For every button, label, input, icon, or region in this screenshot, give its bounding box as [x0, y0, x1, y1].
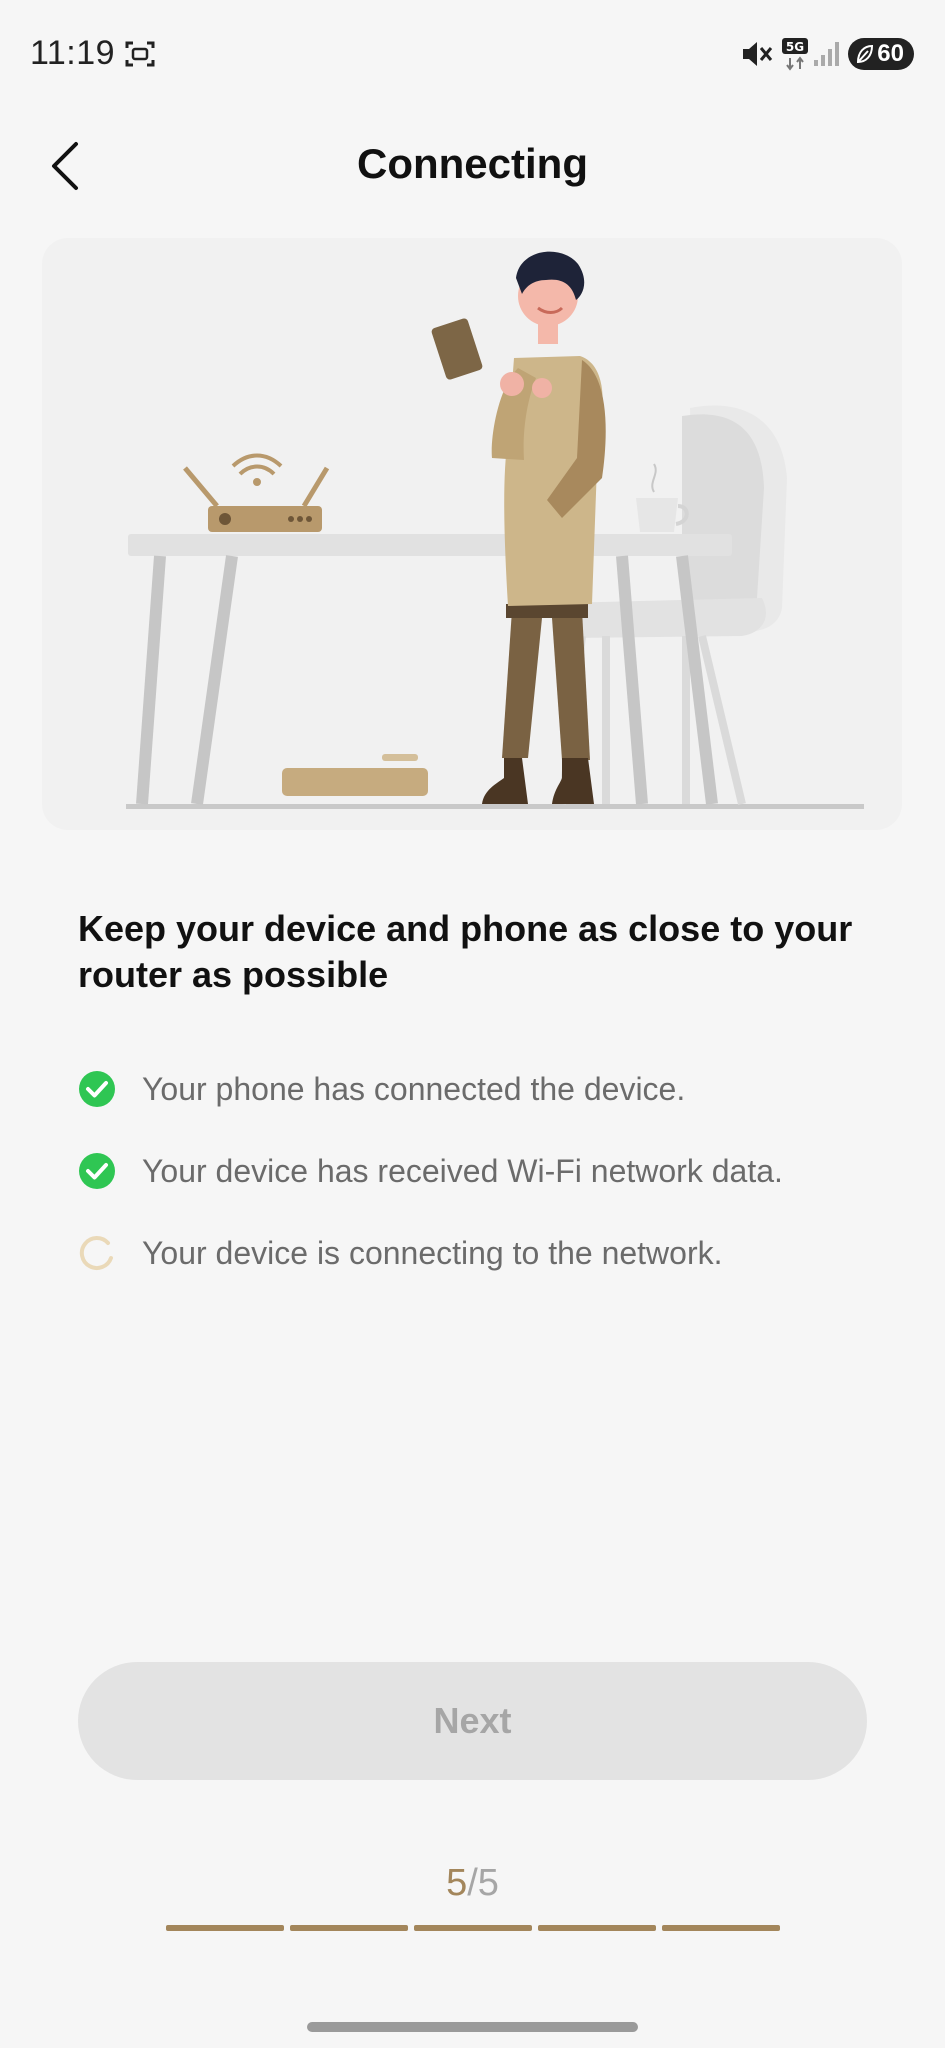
home-indicator[interactable] [307, 2022, 638, 2032]
status-time: 11:19 [30, 34, 116, 72]
signal-icon [814, 42, 839, 66]
step-indicator: 5/5 [0, 1862, 945, 1905]
screenshot-icon [125, 41, 155, 67]
connecting-illustration [42, 238, 902, 830]
mute-icon [743, 42, 773, 66]
loading-spinner-icon [79, 1236, 113, 1271]
current-step: 5 [446, 1862, 468, 1904]
progress-segment [166, 1925, 284, 1931]
vacuum-illustration [282, 754, 428, 796]
step-item-network-connecting: Your device is connecting to the network… [78, 1212, 898, 1294]
step-list: Your phone has connected the device. You… [78, 1048, 898, 1294]
step-item-wifi-data: Your device has received Wi-Fi network d… [78, 1130, 898, 1212]
page-title: Connecting [357, 140, 588, 187]
person-router-illustration [126, 251, 864, 809]
battery-icon: 60 [848, 38, 914, 70]
cup-illustration [636, 463, 689, 532]
battery-level: 60 [877, 40, 904, 67]
person-illustration [431, 251, 606, 804]
network-label: 5G [786, 40, 804, 54]
step-text: Your device is connecting to the network… [142, 1234, 723, 1271]
status-bar: 11:19 5G 60 [0, 0, 945, 110]
progress-segment [662, 1925, 780, 1931]
total-steps: 5 [477, 1862, 499, 1904]
router-illustration [183, 453, 330, 532]
step-progress-bar [166, 1925, 780, 1931]
step-text: Your device has received Wi-Fi network d… [142, 1152, 783, 1189]
progress-segment [538, 1925, 656, 1931]
progress-segment [290, 1925, 408, 1931]
step-item-phone-connected: Your phone has connected the device. [78, 1048, 898, 1130]
instruction-title: Keep your device and phone as close to y… [78, 908, 853, 995]
step-separator: / [467, 1862, 478, 1904]
check-circle-icon [79, 1071, 115, 1107]
step-text: Your phone has connected the device. [142, 1070, 686, 1107]
next-button[interactable]: Next [78, 1662, 867, 1780]
table-illustration [128, 534, 732, 805]
progress-segment [414, 1925, 532, 1931]
5g-icon: 5G [780, 36, 810, 72]
check-circle-icon [79, 1153, 115, 1189]
